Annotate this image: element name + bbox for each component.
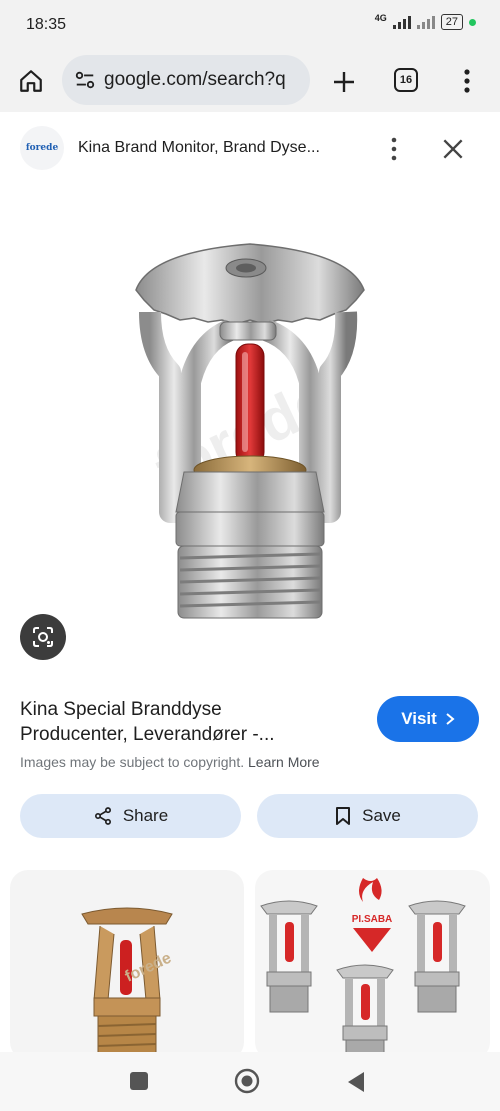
viewer-more-button[interactable] [386,136,402,162]
status-time: 18:35 [26,16,67,33]
home-icon [20,70,42,92]
save-label: Save [362,806,401,825]
related-image-2[interactable]: PI.SABA [255,870,490,1060]
site-settings-icon[interactable] [74,69,96,91]
status-bar: 18:35 4G 27 [0,0,500,50]
copyright-text: Images may be subject to copyright. [20,754,245,770]
result-title-line2: Producenter, Leverandører -... [20,724,275,745]
back-nav-icon[interactable] [344,1070,366,1094]
chevron-right-icon [446,713,455,725]
privacy-dot-icon [469,18,476,26]
status-icons: 4G 27 [374,12,476,30]
share-button[interactable]: Share [20,794,241,838]
network-type: 4G [374,12,387,23]
hero-image[interactable]: forede forede [0,182,500,672]
system-nav-bar [0,1052,500,1111]
copyright-notice: Images may be subject to copyright. Lear… [20,754,320,770]
share-icon [94,807,111,825]
lens-button[interactable] [20,614,66,660]
url-text[interactable]: google.com/search?q [104,69,304,91]
home-nav-icon[interactable] [234,1068,260,1094]
thumb2-sprinkler-right [408,900,466,1013]
signal-2-icon [416,15,435,29]
image-viewer-header: forede Kina Brand Monitor, Brand Dyse... [0,116,500,180]
tab-switcher-button[interactable]: 16 [394,68,418,92]
brass-sprinkler-illustration: forede [81,907,174,1060]
sprinkler-illustration: forede forede [135,243,365,619]
battery-icon: 27 [440,14,463,30]
save-button[interactable]: Save [257,794,478,838]
recents-button[interactable] [130,1072,148,1090]
bookmark-icon [336,807,351,825]
result-title[interactable]: Kina Special Branddyse Producenter, Leve… [20,697,360,747]
home-button[interactable] [14,64,48,98]
close-button[interactable] [440,136,466,162]
more-vert-icon [464,69,470,93]
thumb2-brand: PI.SABA [352,914,393,925]
browser-menu-button[interactable] [452,66,482,96]
sprinkler-set-illustration: PI.SABA [260,878,466,1060]
result-title-line1: Kina Special Branddyse [20,699,222,720]
thumb2-sprinkler-left [260,900,318,1013]
browser-toolbar: google.com/search?q 16 [0,50,500,112]
site-logo[interactable]: forede [20,126,64,170]
signal-icon [392,15,411,29]
address-bar[interactable]: google.com/search?q [62,55,310,105]
more-vert-icon [391,137,397,161]
visit-label: Visit [401,709,437,728]
learn-more-link[interactable]: Learn More [248,754,320,770]
thumb2-sprinkler-center [336,964,394,1060]
related-image-1[interactable]: forede [10,870,244,1060]
visit-button[interactable]: Visit [377,696,479,742]
close-icon [443,139,463,159]
plus-icon [334,72,354,92]
site-title[interactable]: Kina Brand Monitor, Brand Dyse... [78,139,320,157]
new-tab-button[interactable] [326,64,362,100]
lens-icon [33,627,53,647]
share-label: Share [122,806,169,825]
